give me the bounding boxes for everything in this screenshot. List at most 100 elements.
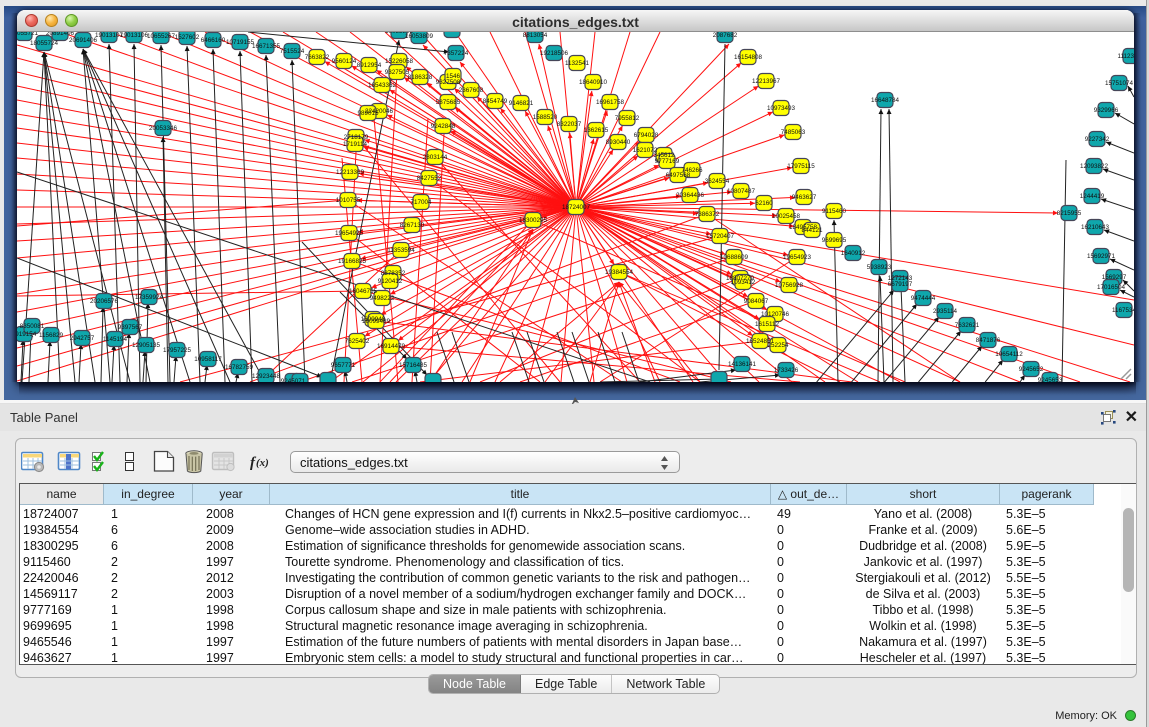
svg-text:6679197: 6679197 [888, 281, 913, 288]
svg-text:20364436: 20364436 [676, 192, 705, 199]
svg-text:9498222: 9498222 [370, 295, 395, 302]
svg-text:8186328: 8186328 [408, 74, 433, 81]
svg-text:9245652: 9245652 [1019, 366, 1044, 373]
svg-text:18055721: 18055721 [17, 32, 38, 37]
svg-text:1145194: 1145194 [103, 336, 128, 343]
svg-text:1244419: 1244419 [1080, 193, 1105, 200]
svg-text:6466160: 6466160 [201, 37, 226, 44]
svg-text:10973493: 10973493 [767, 105, 796, 112]
svg-text:19654925: 19654925 [335, 230, 364, 237]
svg-text:8350081: 8350081 [20, 323, 45, 330]
svg-text:10807487: 10807487 [727, 188, 756, 195]
svg-text:5875685: 5875685 [436, 99, 461, 106]
svg-text:16543362: 16543362 [368, 82, 397, 89]
svg-text:8454749: 8454749 [483, 98, 508, 105]
svg-text:1588520: 1588520 [533, 114, 558, 121]
svg-text:9560124: 9560124 [332, 58, 357, 65]
svg-text:3919154: 3919154 [17, 331, 37, 338]
svg-text:12093822: 12093822 [1080, 163, 1109, 170]
svg-text:12213369: 12213369 [336, 169, 365, 176]
svg-text:16210643: 16210643 [1081, 224, 1110, 231]
svg-text:7632621: 7632621 [955, 322, 980, 329]
svg-text:9463627: 9463627 [792, 194, 817, 201]
svg-text:2367608: 2367608 [459, 87, 484, 94]
svg-text:11353594: 11353594 [387, 247, 415, 254]
svg-text:16961758: 16961758 [596, 99, 625, 106]
svg-text:746266: 746266 [681, 167, 703, 174]
svg-text:1640912: 1640912 [841, 250, 866, 257]
svg-text:10025458: 10025458 [772, 213, 801, 220]
svg-text:16154808: 16154808 [734, 54, 763, 61]
svg-text:2803144: 2803144 [423, 154, 448, 161]
svg-text:20053346: 20053346 [149, 125, 178, 132]
svg-text:9657771: 9657771 [331, 362, 356, 369]
svg-text:9327508: 9327508 [436, 79, 461, 86]
svg-text:15692971: 15692971 [1087, 253, 1116, 260]
svg-text:9084067: 9084067 [744, 298, 769, 305]
svg-text:2718179: 2718179 [344, 134, 369, 141]
svg-text:252254: 252254 [767, 342, 789, 349]
svg-text:9327505: 9327505 [385, 69, 410, 76]
svg-text:1615112: 1615112 [755, 321, 780, 328]
svg-text:15720407: 15720407 [706, 233, 735, 240]
svg-text:1719114: 1719114 [343, 141, 368, 148]
svg-text:19166825: 19166825 [338, 258, 367, 265]
svg-text:5938923: 5938923 [867, 264, 892, 271]
svg-text:16782759: 16782759 [225, 364, 254, 371]
svg-text:18640910: 18640910 [579, 79, 608, 86]
svg-text:17016504: 17016504 [1097, 284, 1126, 291]
svg-text:16914479: 16914479 [377, 343, 406, 350]
svg-text:8215955: 8215955 [1057, 210, 1082, 217]
svg-text:10654112: 10654112 [995, 351, 1023, 358]
svg-text:1156829: 1156829 [39, 332, 64, 339]
svg-text:8322037: 8322037 [557, 121, 582, 128]
svg-text:20691406: 20691406 [69, 37, 98, 44]
svg-text:1167534: 1167534 [1112, 307, 1134, 314]
svg-text:(x): (x) [256, 457, 269, 469]
svg-text:9242848: 9242848 [431, 123, 456, 130]
svg-text:7485063: 7485063 [781, 129, 806, 136]
svg-text:12213967: 12213967 [752, 78, 781, 85]
svg-text:9115460: 9115460 [822, 208, 847, 215]
svg-text:16099489: 16099489 [362, 318, 391, 325]
svg-text:2935114: 2935114 [933, 308, 958, 315]
svg-text:18724007: 18724007 [562, 204, 591, 211]
svg-text:10655267: 10655267 [147, 33, 176, 40]
svg-text:15751074: 15751074 [1105, 80, 1134, 87]
svg-text:8813054: 8813054 [523, 32, 548, 39]
svg-text:10120746: 10120746 [761, 311, 790, 318]
svg-text:62160: 62160 [755, 200, 773, 207]
svg-text:9245071: 9245071 [281, 378, 306, 382]
svg-text:1546: 1546 [446, 73, 461, 80]
svg-text:2087682: 2087682 [713, 32, 738, 39]
svg-text:1362615: 1362615 [584, 127, 609, 134]
svg-text:20206576: 20206576 [90, 298, 119, 305]
svg-text:9699695: 9699695 [822, 237, 847, 244]
svg-text:9397567: 9397567 [118, 324, 143, 331]
svg-text:9245653: 9245653 [1038, 377, 1063, 382]
svg-text:8427552: 8427552 [417, 175, 442, 182]
svg-text:3624554: 3624554 [705, 178, 730, 185]
svg-text:844121: 844121 [801, 227, 823, 234]
svg-text:1527602: 1527602 [175, 34, 200, 41]
svg-text:17359924: 17359924 [135, 294, 164, 301]
svg-text:10688609: 10688609 [720, 254, 749, 261]
svg-text:1132541: 1132541 [565, 60, 590, 67]
svg-text:7357220: 7357220 [440, 32, 465, 34]
svg-text:19218506: 19218506 [540, 50, 569, 57]
svg-text:14136141: 14136141 [728, 361, 757, 368]
svg-text:7515524: 7515524 [280, 48, 305, 55]
svg-text:9777169: 9777169 [655, 158, 680, 165]
svg-text:717004: 717004 [410, 199, 432, 206]
svg-text:11123456: 11123456 [1117, 53, 1134, 60]
svg-text:19013106: 19013106 [120, 32, 149, 39]
svg-text:9146821: 9146821 [509, 100, 534, 107]
svg-text:10756928: 10756928 [775, 282, 804, 289]
svg-text:7625402: 7625402 [345, 338, 370, 345]
svg-text:8471876: 8471876 [976, 337, 1001, 344]
svg-text:1010755: 1010755 [336, 197, 361, 204]
svg-text:9120412: 9120412 [378, 278, 403, 285]
svg-text:19384554: 19384554 [605, 269, 634, 276]
svg-text:1733426: 1733426 [774, 367, 799, 374]
svg-text:15226058: 15226058 [385, 58, 414, 65]
